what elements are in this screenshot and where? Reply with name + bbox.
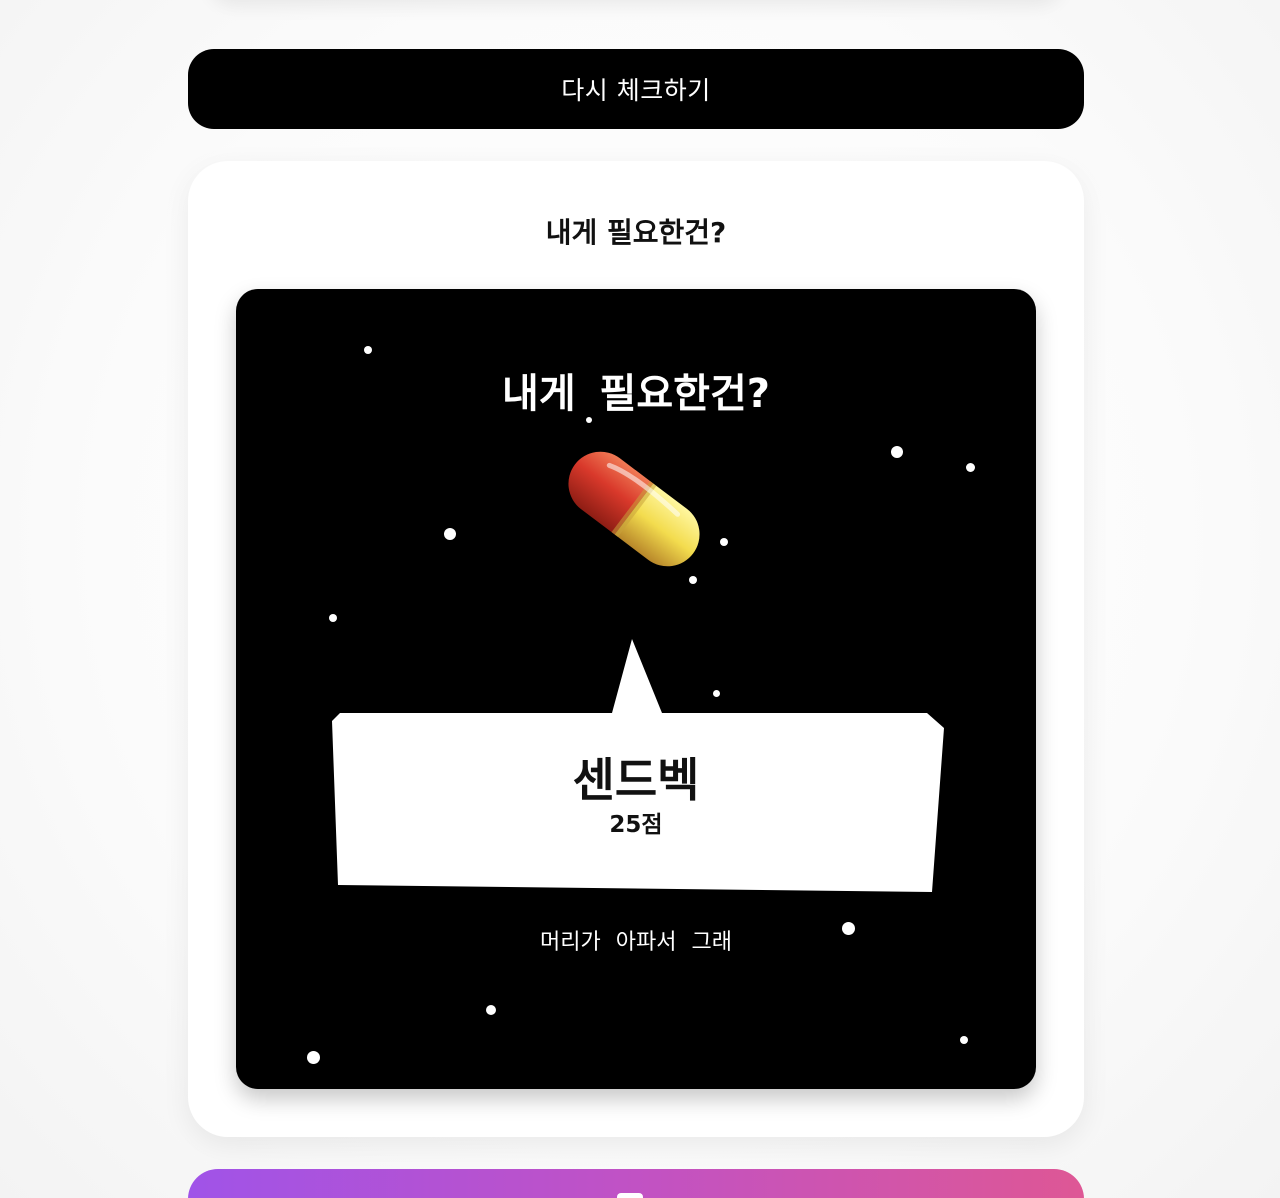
star bbox=[891, 446, 903, 458]
star bbox=[364, 346, 372, 354]
share-button[interactable] bbox=[188, 1169, 1084, 1198]
card-title: 내게 필요한건? bbox=[545, 216, 727, 249]
star bbox=[444, 528, 456, 540]
result-score: 25점 bbox=[609, 812, 663, 838]
recheck-button[interactable]: 다시 체크하기 bbox=[188, 49, 1084, 129]
star bbox=[720, 538, 728, 546]
result-name: 센드벡 bbox=[572, 753, 700, 807]
image-title: 내게 필요한건? bbox=[502, 371, 770, 417]
result-card: 내게 필요한건? 내게 필요한건? 센드벡 25점 머리가 아파서 그래 bbox=[188, 161, 1084, 1137]
share-icon bbox=[617, 1193, 643, 1198]
result-image: 내게 필요한건? 센드벡 25점 머리가 아파서 그래 bbox=[236, 289, 1036, 1089]
page: 다시 체크하기 내게 필요한건? 내게 필요한건? 센드벡 25점 머리가 아파… bbox=[0, 0, 1280, 1198]
pill-icon bbox=[568, 451, 700, 567]
star bbox=[966, 463, 975, 472]
star bbox=[960, 1036, 968, 1044]
result-caption: 머리가 아파서 그래 bbox=[540, 930, 732, 955]
star bbox=[307, 1051, 320, 1064]
star bbox=[486, 1005, 496, 1015]
star bbox=[329, 614, 337, 622]
